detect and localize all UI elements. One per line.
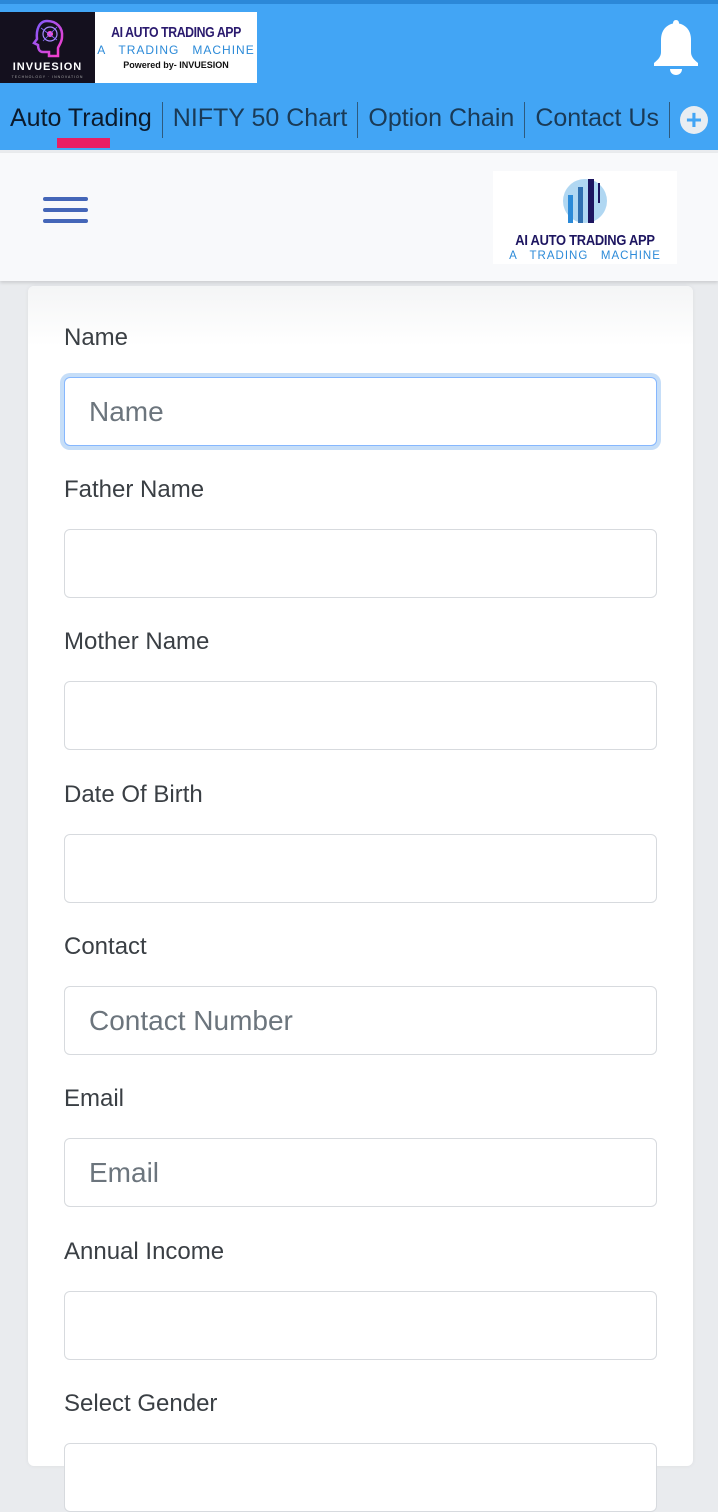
tab-nifty-50-chart[interactable]: NIFTY 50 Chart [163, 100, 358, 150]
gender-field-group: Select Gender [64, 1390, 657, 1512]
tab-option-chain[interactable]: Option Chain [358, 100, 524, 150]
logo-subtitle: A TRADING MACHINE [509, 250, 661, 262]
father-name-label: Father Name [64, 476, 205, 503]
name-field-group: Name [64, 324, 657, 446]
company-name: INVUESION [12, 61, 83, 73]
hamburger-icon[interactable] [43, 197, 89, 227]
mother-name-field-group: Mother Name [64, 628, 657, 750]
bell-icon[interactable] [651, 18, 701, 76]
powered-by: Powered by- INVUESION [123, 60, 229, 70]
app-name: AI AUTO TRADING APP [111, 24, 241, 41]
email-label: Email [64, 1085, 125, 1112]
date-of-birth-label: Date Of Birth [64, 781, 203, 808]
mother-name-label: Mother Name [64, 628, 210, 655]
email-field-group: Email [64, 1085, 657, 1207]
father-name-field-group: Father Name [64, 476, 657, 598]
app-tagline: A TRADING MACHINE [97, 43, 255, 57]
date-of-birth-input[interactable] [64, 834, 657, 903]
mother-name-input[interactable] [64, 681, 657, 750]
contact-label: Contact [64, 933, 147, 960]
plus-icon[interactable]: + [679, 106, 708, 134]
gender-select[interactable] [64, 1443, 657, 1512]
invuesion-logo: INVUESION TECHNOLOGY · INNOVATION [0, 12, 95, 83]
ai-head-icon [32, 19, 64, 58]
tab-label: Contact Us [535, 104, 659, 132]
logo-title: AI AUTO TRADING APP [515, 232, 655, 249]
tab-contact-us[interactable]: Contact Us [525, 100, 669, 150]
date-of-birth-field-group: Date Of Birth [64, 781, 657, 903]
name-label: Name [64, 324, 129, 351]
tab-divider [668, 102, 670, 138]
brand-banner: INVUESION TECHNOLOGY · INNOVATION AI AUT… [0, 12, 257, 83]
annual-income-input[interactable] [64, 1291, 657, 1360]
active-tab-indicator [57, 138, 110, 148]
registration-form: Name Father Name Mother Name Date Of Bir… [28, 286, 693, 1512]
email-input[interactable] [64, 1138, 657, 1207]
app-title-banner: AI AUTO TRADING APP A TRADING MACHINE Po… [95, 12, 257, 83]
bar-chart-logo-icon [563, 179, 607, 223]
tab-auto-trading[interactable]: Auto Trading [0, 100, 162, 150]
tab-bar: Auto Trading NIFTY 50 Chart Option Chain… [0, 100, 718, 150]
father-name-input[interactable] [64, 529, 657, 598]
contact-field-group: Contact [64, 933, 657, 1055]
tab-label: Auto Trading [10, 104, 152, 132]
contact-input[interactable] [64, 986, 657, 1055]
tab-label: NIFTY 50 Chart [172, 104, 348, 132]
company-tagline: TECHNOLOGY · INNOVATION [11, 75, 84, 79]
app-logo[interactable]: AI AUTO TRADING APP A TRADING MACHINE [493, 171, 677, 264]
select-gender-label: Select Gender [64, 1390, 218, 1417]
tab-label: Option Chain [368, 104, 515, 132]
name-input[interactable] [64, 377, 657, 446]
annual-income-label: Annual Income [64, 1238, 225, 1265]
annual-income-field-group: Annual Income [64, 1238, 657, 1360]
